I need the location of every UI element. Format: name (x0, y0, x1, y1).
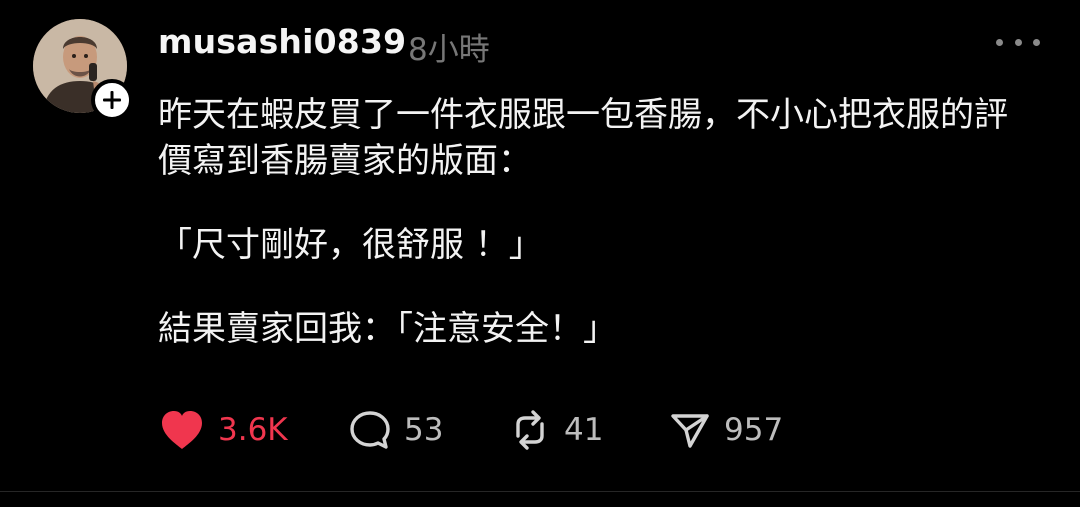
reply-button[interactable]: 53 (348, 406, 443, 454)
username[interactable]: musashi0839 (158, 22, 406, 61)
heart-icon (162, 411, 202, 449)
post-paragraph: 結果賣家回我：「注意安全！」 (158, 309, 617, 349)
share-button[interactable]: 957 (668, 406, 783, 454)
share-count: 957 (724, 412, 784, 448)
like-count: 3.6K (218, 412, 288, 448)
plus-icon (103, 91, 121, 109)
repost-icon (516, 410, 544, 450)
more-options-button[interactable] (996, 30, 1040, 54)
post-paragraph: 「尺寸剛好，很舒服 ！」 (158, 225, 543, 265)
divider (0, 491, 1080, 492)
post-body: 昨天在蝦皮買了一件衣服跟一包香腸，不小心把衣服的評價寫到香腸賣家的版面： 「尺寸… (158, 92, 1038, 352)
like-button[interactable]: 3.6K (158, 406, 288, 454)
repost-button[interactable]: 41 (508, 406, 603, 454)
follow-button[interactable] (91, 79, 133, 121)
post-time: 8小時 (408, 32, 490, 68)
more-dots-icon (996, 38, 1003, 46)
action-bar: 3.6K 53 41 957 (158, 406, 858, 454)
reply-count: 53 (404, 412, 444, 448)
comment-icon (350, 411, 390, 449)
repost-count: 41 (564, 412, 604, 448)
send-icon (671, 414, 709, 448)
post-paragraph: 昨天在蝦皮買了一件衣服跟一包香腸，不小心把衣服的評價寫到香腸賣家的版面： (158, 95, 1008, 181)
